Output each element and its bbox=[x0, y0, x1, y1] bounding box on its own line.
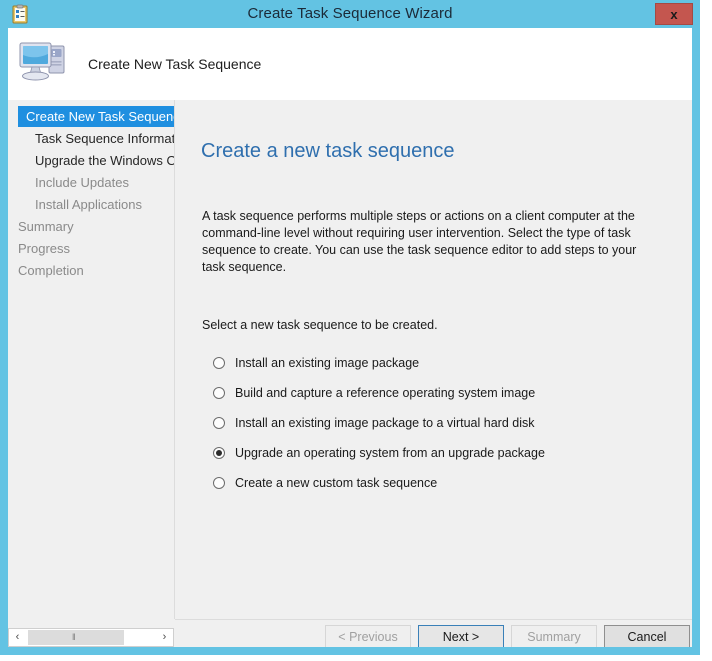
wizard-window: Create Task Sequence Wizard x Create New… bbox=[0, 0, 700, 655]
radio-option-label: Install an existing image package to a v… bbox=[235, 416, 535, 430]
client-area: Create New Task Sequence Create New Task… bbox=[8, 28, 692, 647]
radio-icon-selected bbox=[213, 447, 225, 459]
selection-prompt: Select a new task sequence to be created… bbox=[202, 318, 438, 332]
radio-icon bbox=[213, 477, 225, 489]
task-sequence-type-radio-group: Install an existing image package Build … bbox=[213, 348, 683, 498]
wizard-steps-nav: Create New Task Sequence Task Sequence I… bbox=[8, 100, 174, 619]
page-description: A task sequence performs multiple steps … bbox=[202, 209, 637, 274]
cancel-button[interactable]: Cancel bbox=[604, 625, 690, 647]
sidebar-item-task-sequence-information[interactable]: Task Sequence Informatio bbox=[8, 128, 174, 149]
scroll-left-arrow-icon[interactable]: ‹ bbox=[9, 629, 26, 646]
radio-option-install-existing-image-package[interactable]: Install an existing image package bbox=[213, 348, 683, 378]
radio-icon bbox=[213, 357, 225, 369]
radio-icon bbox=[213, 417, 225, 429]
radio-option-create-custom-task-sequence[interactable]: Create a new custom task sequence bbox=[213, 468, 683, 498]
title-bar: Create Task Sequence Wizard x bbox=[0, 0, 700, 28]
window-title: Create Task Sequence Wizard bbox=[247, 5, 453, 22]
radio-option-build-and-capture-reference-image[interactable]: Build and capture a reference operating … bbox=[213, 378, 683, 408]
summary-button: Summary bbox=[511, 625, 597, 647]
sidebar-item-upgrade-the-windows-operating-system[interactable]: Upgrade the Windows Op bbox=[8, 150, 174, 171]
radio-option-label: Build and capture a reference operating … bbox=[235, 386, 536, 400]
content-pane: Create a new task sequence A task sequen… bbox=[175, 100, 692, 619]
sidebar-horizontal-scrollbar[interactable]: ‹ ‖ › bbox=[8, 628, 174, 647]
footer-button-bar: < Previous Next > Summary Cancel bbox=[175, 620, 692, 647]
computer-icon bbox=[16, 36, 74, 88]
radio-option-label: Install an existing image package bbox=[235, 356, 420, 370]
radio-icon bbox=[213, 387, 225, 399]
sidebar-item-include-updates: Include Updates bbox=[35, 175, 129, 190]
radio-option-install-image-to-virtual-hard-disk[interactable]: Install an existing image package to a v… bbox=[213, 408, 683, 438]
close-button[interactable]: x bbox=[655, 3, 693, 25]
banner-heading: Create New Task Sequence bbox=[88, 56, 262, 72]
radio-option-upgrade-operating-system[interactable]: Upgrade an operating system from an upgr… bbox=[213, 438, 683, 468]
sidebar-item-completion: Completion bbox=[18, 263, 84, 278]
radio-option-label: Upgrade an operating system from an upgr… bbox=[235, 446, 545, 460]
scrollbar-grip-icon: ‖ bbox=[72, 632, 77, 642]
sidebar-item-install-applications: Install Applications bbox=[35, 197, 142, 212]
sidebar-item-create-new-task-sequence[interactable]: Create New Task Sequence bbox=[18, 106, 174, 127]
previous-button: < Previous bbox=[325, 625, 411, 647]
page-title: Create a new task sequence bbox=[201, 140, 455, 162]
scrollbar-thumb[interactable]: ‖ bbox=[28, 630, 124, 645]
wizard-banner: Create New Task Sequence bbox=[8, 28, 692, 100]
sidebar-item-progress: Progress bbox=[18, 241, 71, 256]
next-button[interactable]: Next > bbox=[418, 625, 504, 647]
sidebar-item-summary: Summary bbox=[18, 219, 74, 234]
radio-option-label: Create a new custom task sequence bbox=[235, 476, 438, 490]
scroll-right-arrow-icon[interactable]: › bbox=[156, 629, 173, 646]
